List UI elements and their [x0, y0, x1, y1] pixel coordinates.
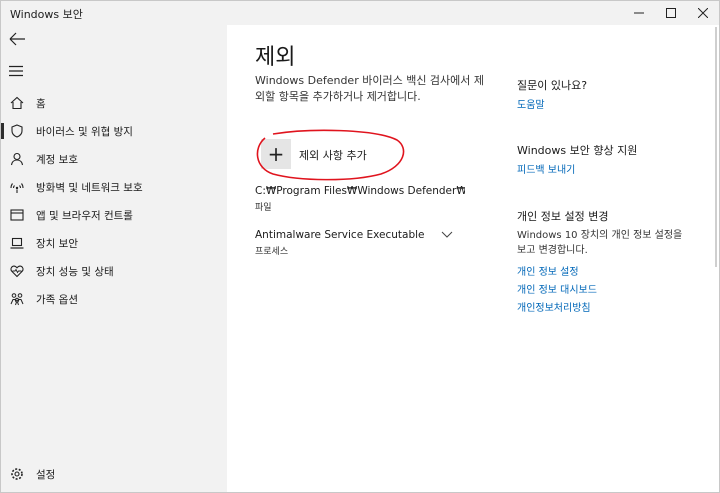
- close-icon: [698, 8, 708, 18]
- sidebar-item-label: 장치 보안: [36, 238, 78, 250]
- privacy-policy-link[interactable]: 개인정보처리방침: [517, 299, 591, 314]
- exclusion-path: Antimalware Service Executable: [255, 229, 425, 241]
- sidebar-item-label: 바이러스 및 위협 방지: [36, 126, 133, 138]
- privacy-dashboard-link[interactable]: 개인 정보 대시보드: [517, 281, 597, 296]
- minimize-icon: [634, 12, 644, 14]
- sidebar-item-device-security[interactable]: 장치 보안: [1, 229, 227, 257]
- settings-label: 설정: [36, 469, 56, 481]
- sidebar-item-family[interactable]: 가족 옵션: [1, 285, 227, 313]
- sidebar-item-virus-protection[interactable]: 바이러스 및 위협 방지: [1, 117, 227, 145]
- shield-icon: [11, 124, 23, 138]
- sidebar-item-label: 홈: [36, 98, 46, 110]
- laptop-icon: [10, 237, 24, 249]
- privacy-heading: 개인 정보 설정 변경: [517, 210, 609, 223]
- exclusion-type: 프로세스: [255, 247, 289, 257]
- wifi-icon: [10, 183, 24, 193]
- browser-icon: [10, 209, 24, 221]
- sidebar-item-account[interactable]: 계정 보호: [1, 145, 227, 173]
- page-title: 제외: [255, 45, 296, 70]
- add-exclusion-button[interactable]: + 제외 사항 추가: [261, 139, 381, 169]
- main-content: 제외 Windows Defender 바이러스 백신 검사에서 제외할 항목을…: [227, 25, 719, 492]
- help-link[interactable]: 도움말: [517, 96, 545, 111]
- window-title: Windows 보안: [10, 8, 83, 21]
- maximize-button[interactable]: [655, 1, 687, 25]
- sidebar-item-label: 계정 보호: [36, 154, 78, 166]
- help-heading: 질문이 있나요?: [517, 79, 588, 92]
- family-icon: [10, 293, 24, 306]
- person-icon: [10, 152, 24, 166]
- sidebar-item-label: 장치 성능 및 상태: [36, 266, 114, 278]
- maximize-icon: [666, 8, 676, 18]
- privacy-text: Windows 10 장치의 개인 정보 설정을 보고 변경합니다.: [517, 230, 683, 256]
- gear-icon: [11, 468, 23, 480]
- page-description: Windows Defender 바이러스 백신 검사에서 제외할 항목을 추가…: [255, 74, 485, 103]
- exclusion-item[interactable]: C:₩Program Files₩Windows Defender₩MsMpEn…: [255, 185, 465, 213]
- sidebar: 홈 바이러스 및 위협 방지 계정 보호 방화벽 및 네트워크 보호 앱 및 브…: [1, 25, 227, 492]
- sidebar-item-label: 앱 및 브라우저 컨트롤: [36, 210, 133, 222]
- sidebar-item-settings[interactable]: 설정: [1, 460, 227, 488]
- exclusion-type: 파일: [255, 203, 272, 213]
- sidebar-item-firewall[interactable]: 방화벽 및 네트워크 보호: [1, 173, 227, 201]
- add-exclusion-label: 제외 사항 추가: [299, 149, 367, 162]
- sidebar-item-home[interactable]: 홈: [1, 89, 227, 117]
- title-bar: Windows 보안: [1, 1, 719, 25]
- app-window: Windows 보안 홈 바이러스 및 위협 방지 계정 보호 방화벽 및 네트…: [0, 0, 720, 493]
- privacy-settings-link[interactable]: 개인 정보 설정: [517, 263, 579, 278]
- back-arrow-icon[interactable]: [7, 31, 29, 47]
- plus-icon: +: [261, 139, 291, 169]
- sidebar-item-label: 가족 옵션: [36, 294, 78, 306]
- improve-heading: Windows 보안 향상 지원: [517, 144, 638, 157]
- sidebar-item-app-browser[interactable]: 앱 및 브라우저 컨트롤: [1, 201, 227, 229]
- active-indicator: [1, 123, 4, 139]
- close-button[interactable]: [687, 1, 719, 25]
- minimize-button[interactable]: [623, 1, 655, 25]
- home-icon: [10, 96, 24, 110]
- feedback-link[interactable]: 피드백 보내기: [517, 161, 575, 176]
- exclusion-item[interactable]: Antimalware Service Executable 프로세스: [255, 229, 465, 257]
- chevron-down-icon[interactable]: [441, 231, 453, 239]
- scrollbar[interactable]: [715, 27, 717, 267]
- heart-icon: [10, 265, 24, 278]
- sidebar-item-device-health[interactable]: 장치 성능 및 상태: [1, 257, 227, 285]
- exclusion-path: C:₩Program Files₩Windows Defender₩MsMpEn…: [255, 185, 465, 197]
- hamburger-menu-icon[interactable]: [9, 65, 23, 77]
- sidebar-item-label: 방화벽 및 네트워크 보호: [36, 182, 143, 194]
